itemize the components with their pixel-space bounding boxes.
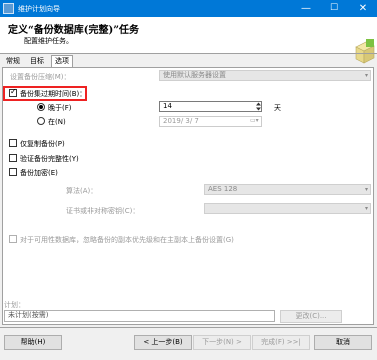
after-label: 晚于(F) <box>48 104 72 112</box>
maximize-button[interactable]: ☐ <box>320 0 348 17</box>
days-unit-label: 天 <box>274 104 281 112</box>
title-bar: 维护计划向导 — ☐ ✕ <box>0 0 377 17</box>
calendar-dropdown-icon[interactable]: ▭▾ <box>250 117 259 124</box>
compression-select[interactable]: 使用默认服务器设置 ▾ <box>159 70 371 81</box>
highlight-box <box>3 86 87 101</box>
availability-label: 对于可用性数据库，忽略备份的副本优先级和在主副本上备份设置(G) <box>20 236 234 244</box>
encrypt-checkbox[interactable] <box>9 168 17 176</box>
days-spinner-icon[interactable] <box>255 101 262 112</box>
back-button[interactable]: < 上一步(B) <box>134 335 192 350</box>
compression-value: 使用默认服务器设置 <box>163 71 226 79</box>
finish-button[interactable]: 完成(F) >>| <box>252 335 310 350</box>
algorithm-value: AES 128 <box>208 185 238 193</box>
change-schedule-button[interactable]: 更改(C)... <box>280 310 342 323</box>
tab-general[interactable]: 常规 <box>3 56 23 67</box>
footer-separator <box>0 327 377 328</box>
minimize-button[interactable]: — <box>292 0 320 17</box>
after-days-input[interactable]: 14 <box>159 101 262 112</box>
wizard-header: 定义“备份数据库(完整)”任务 配置维护任务。 <box>0 17 377 64</box>
cert-label: 证书或非对称密钥(C)： <box>66 207 140 215</box>
window-title: 维护计划向导 <box>18 5 60 13</box>
on-label: 在(N) <box>48 118 66 126</box>
help-button[interactable]: 帮助(H) <box>4 335 62 350</box>
chevron-down-icon: ▾ <box>364 72 368 79</box>
algorithm-label: 算法(A)： <box>66 187 98 195</box>
page-title: 定义“备份数据库(完整)”任务 <box>8 25 139 36</box>
algorithm-select[interactable]: AES 128 ▾ <box>204 184 371 195</box>
app-icon <box>3 3 14 14</box>
cancel-button[interactable]: 取消 <box>314 335 372 350</box>
chevron-down-icon: ▾ <box>364 186 368 193</box>
cert-select[interactable]: ▾ <box>204 203 371 214</box>
on-date-picker[interactable]: 2019/ 3/ 7 <box>159 116 262 127</box>
availability-checkbox[interactable] <box>9 235 17 243</box>
close-button[interactable]: ✕ <box>349 0 377 17</box>
copy-only-checkbox[interactable] <box>9 139 17 147</box>
encrypt-label: 备份加密(E) <box>20 169 58 177</box>
schedule-label: 计划： <box>4 301 25 309</box>
wizard-logo-icon <box>355 39 375 64</box>
verify-label: 验证备份完整性(Y) <box>20 155 79 163</box>
on-radio[interactable] <box>37 117 45 125</box>
after-days-value: 14 <box>163 102 172 110</box>
schedule-field: 未计划(按需) <box>4 310 275 322</box>
radio-dot <box>39 105 43 109</box>
on-date-value: 2019/ 3/ 7 <box>163 117 199 125</box>
next-button[interactable]: 下一步(N) > <box>193 335 251 350</box>
copy-only-label: 仅复制备份(P) <box>20 140 65 148</box>
page-subtitle: 配置维护任务。 <box>24 37 73 45</box>
chevron-down-icon: ▾ <box>364 205 368 212</box>
after-radio[interactable] <box>37 103 45 111</box>
compression-label: 设置备份压缩(M)： <box>10 73 71 81</box>
schedule-value: 未计划(按需) <box>8 311 49 319</box>
verify-checkbox[interactable] <box>9 154 17 162</box>
tab-destination[interactable]: 目标 <box>27 56 47 67</box>
header-separator <box>0 53 377 54</box>
